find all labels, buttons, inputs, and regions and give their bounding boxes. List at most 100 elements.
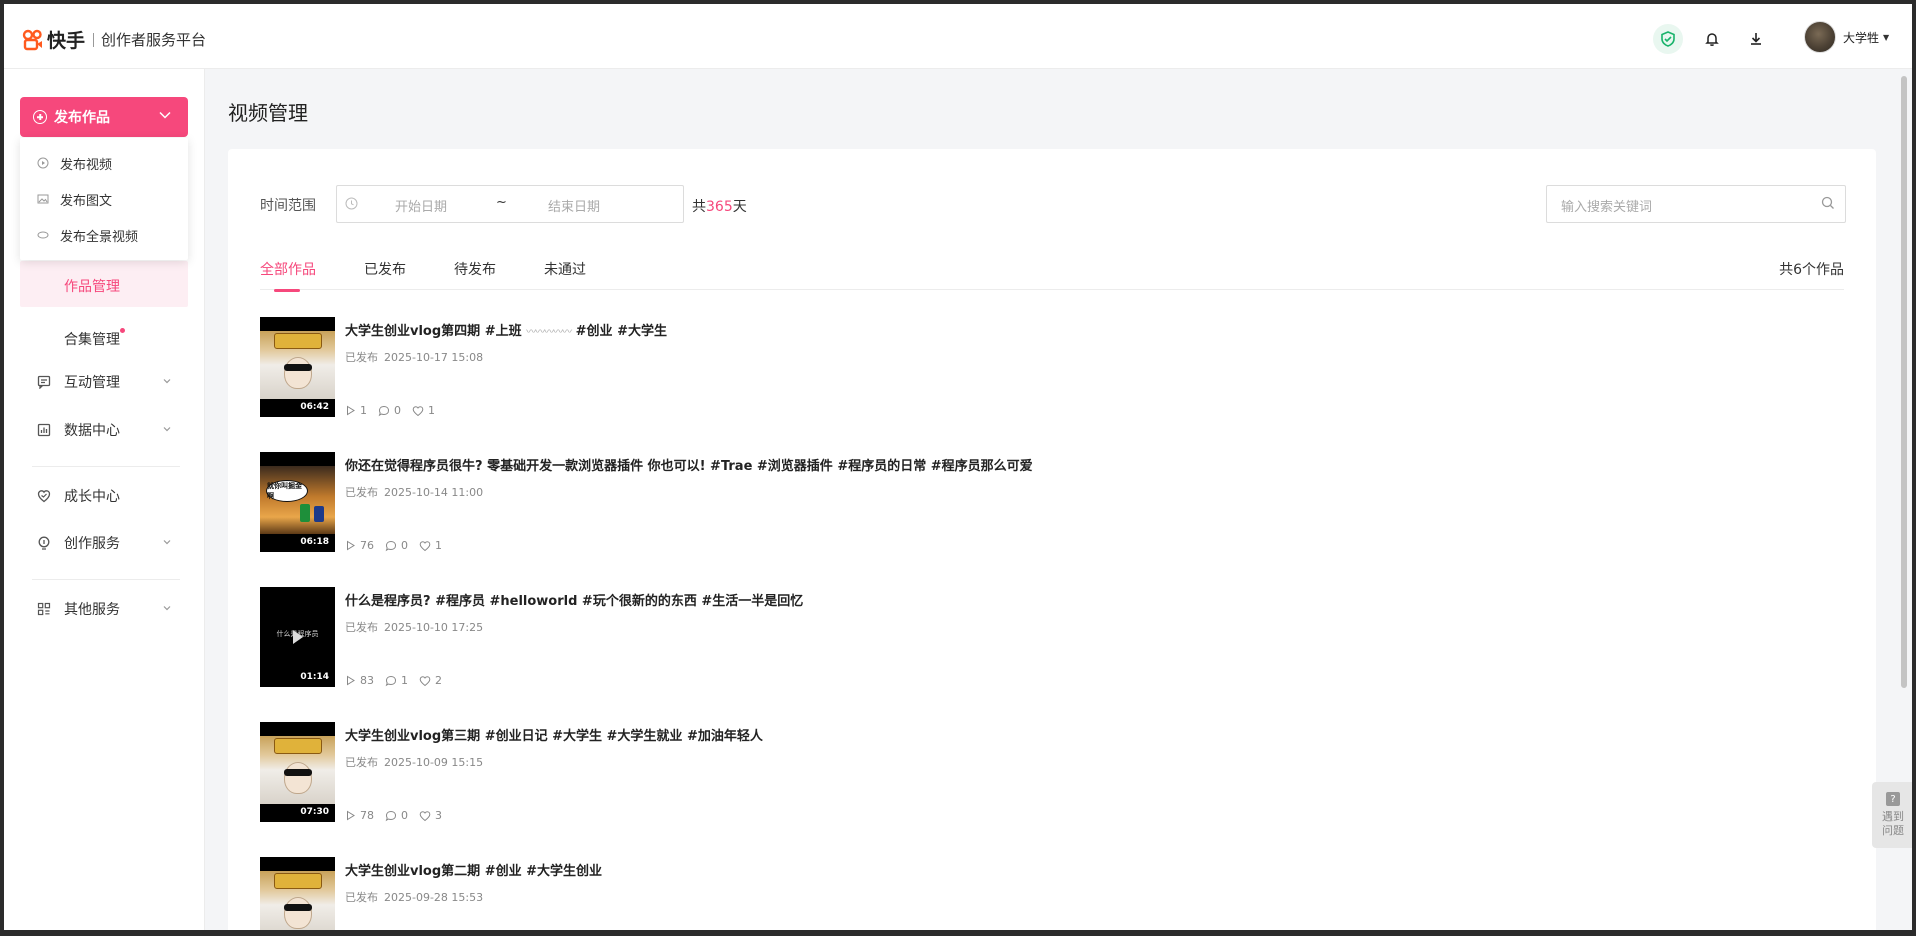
heart-badge-icon [36,488,52,504]
search-icon[interactable] [1821,196,1835,210]
video-row[interactable]: 什么是程序员 01:14 什么是程序员? #程序员 #helloworld #玩… [260,587,1844,687]
logo-divider [93,32,95,47]
tab-all-works[interactable]: 全部作品 [260,259,316,292]
brand-name: 快手 [47,30,86,52]
video-row[interactable]: 06:42 大学生创业vlog第四期 #上班 〰〰〰〰〰 #创业 #大学生 已发… [260,317,1844,417]
video-thumbnail[interactable]: 06:42 [260,317,335,417]
days-suffix: 天 [732,199,747,215]
video-title[interactable]: 你还在觉得程序员很牛? 零基础开发一款浏览器插件 你也可以! #Trae #浏览… [345,455,1033,474]
video-title[interactable]: 什么是程序员? #程序员 #helloworld #玩个很新的的东西 #生活一半… [345,590,803,609]
sidebar-item-interaction[interactable]: 互动管理 [20,362,188,402]
end-date-input[interactable]: 结束日期 [548,196,600,215]
sidebar-item-data-center[interactable]: 数据中心 [20,410,188,450]
video-status: 已发布 [345,891,378,904]
comment-count-value: 0 [401,809,408,822]
top-bar: 快手 创作者服务平台 大学牲 ▼ [4,4,1912,69]
video-duration: 01:14 [300,672,329,682]
days-number: 365 [706,199,733,215]
video-title[interactable]: 大学生创业vlog第三期 #创业日记 #大学生 #大学生就业 #加油年轻人 [345,725,763,744]
clock-icon [345,197,358,210]
tab-label: 已发布 [364,262,406,278]
video-stats: 1 0 1 [345,404,446,417]
video-title-tags: #创业 #大学生 [571,324,667,339]
sidebar-item-works-manage[interactable]: 作品管理 [20,261,188,307]
date-range-picker[interactable]: 开始日期 ~ 结束日期 [336,185,684,223]
bell-icon[interactable] [1697,24,1727,54]
thumbnail-image: 就你叫掘金啊 [260,466,335,534]
sidebar: 发布作品 发布视频 发布图文 发布全景视频 作品管理 合集管理 互动管理 数据中… [4,69,205,930]
publish-video-label: 发布视频 [60,157,113,173]
play-count: 78 [345,809,374,822]
publish-button[interactable]: 发布作品 [20,97,188,137]
comment-icon [385,540,397,551]
tab-bar: 全部作品 已发布 待发布 未通过 共6个作品 [260,255,1844,292]
logo[interactable]: 快手 创作者服务平台 [22,26,206,53]
video-row[interactable]: 大学生创业vlog第二期 #创业 #大学生创业 已发布 2025-09-28 15… [260,857,1844,930]
play-count: 76 [345,539,374,552]
video-time: 2025-10-17 15:08 [384,351,484,364]
avatar[interactable] [1804,21,1836,53]
video-title-text: 大学生创业vlog第四期 #上班 [345,324,522,339]
play-icon [347,405,355,416]
tab-pending[interactable]: 待发布 [454,259,496,279]
sidebar-item-creation-service[interactable]: 创作服务 [20,523,188,563]
tab-label: 全部作品 [260,262,316,278]
tab-active-indicator [274,289,300,292]
video-row[interactable]: 07:30 大学生创业vlog第三期 #创业日记 #大学生 #大学生就业 #加油… [260,722,1844,822]
video-status: 已发布 [345,756,378,769]
video-thumbnail[interactable] [260,857,335,930]
video-row[interactable]: 就你叫掘金啊 06:18 你还在觉得程序员很牛? 零基础开发一款浏览器插件 你也… [260,452,1844,552]
search-input[interactable]: 输入搜索关键词 [1546,185,1846,223]
sidebar-item-other-service[interactable]: 其他服务 [20,589,188,629]
play-count-value: 76 [360,539,374,552]
heart-icon [419,810,431,821]
sidebar-item-growth[interactable]: 成长中心 [20,476,188,516]
user-menu[interactable]: 大学牲 ▼ [1804,21,1889,53]
apps-grid-icon [36,601,52,617]
play-count-value: 83 [360,674,374,687]
thumbnail-image [260,331,335,399]
message-icon [36,374,52,390]
video-thumbnail[interactable]: 07:30 [260,722,335,822]
thumbnail-image [260,736,335,804]
comment-count-value: 0 [394,404,401,417]
video-list-card: 时间范围 开始日期 ~ 结束日期 共365天 输入搜索关键词 全部作品 已发布 … [228,149,1876,930]
download-icon[interactable] [1741,24,1771,54]
video-thumbnail[interactable]: 什么是程序员 01:14 [260,587,335,687]
start-date-input[interactable]: 开始日期 [395,196,447,215]
publish-video-item[interactable]: 发布视频 [20,147,188,179]
publish-image-text-item[interactable]: 发布图文 [20,183,188,215]
publish-panorama-item[interactable]: 发布全景视频 [20,219,188,251]
lightbulb-icon [36,535,52,551]
help-label-line2: 问题 [1882,824,1904,837]
kuaishou-logo-icon [22,29,42,50]
comment-count: 0 [385,809,408,822]
scrollbar-thumb[interactable] [1901,76,1907,688]
comment-count-value: 0 [401,539,408,552]
security-shield-icon[interactable] [1653,24,1683,54]
help-widget[interactable]: ? 遇到 问题 [1872,782,1912,848]
publish-image-text-label: 发布图文 [60,193,113,209]
like-count: 2 [419,674,442,687]
heart-icon [412,405,424,416]
tab-rejected[interactable]: 未通过 [544,259,586,279]
sidebar-item-label: 成长中心 [64,489,120,505]
sidebar-divider [32,466,180,467]
video-duration: 06:42 [300,402,329,412]
chevron-down-icon [163,606,171,611]
like-count: 1 [419,539,442,552]
like-count-value: 2 [435,674,442,687]
title-squiggle: 〰〰〰〰〰 [526,327,572,338]
video-time: 2025-09-28 15:53 [384,891,484,904]
video-thumbnail[interactable]: 就你叫掘金啊 06:18 [260,452,335,552]
video-title[interactable]: 大学生创业vlog第四期 #上班 〰〰〰〰〰 #创业 #大学生 [345,320,667,339]
video-status: 已发布 [345,621,378,634]
panorama-icon [36,228,50,242]
video-meta: 已发布 2025-10-14 11:00 [345,484,483,500]
bar-chart-icon [36,422,52,438]
thumbnail-image [260,871,335,930]
sidebar-item-label: 其他服务 [64,602,120,618]
tab-published[interactable]: 已发布 [364,259,406,279]
video-stats: 78 0 3 [345,809,453,822]
video-title[interactable]: 大学生创业vlog第二期 #创业 #大学生创业 [345,860,602,879]
